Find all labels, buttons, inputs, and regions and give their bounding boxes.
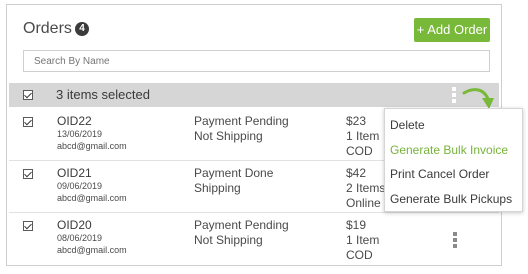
menu-item-generate-bulk-invoice[interactable]: Generate Bulk Invoice [390, 143, 508, 157]
order-price: $23 [346, 114, 367, 128]
table-row[interactable]: OID20 08/06/2019 abcd@gmail.com Payment … [9, 213, 499, 265]
order-status: Payment Pending Not Shipping [194, 114, 289, 144]
order-status: Payment Pending Not Shipping [194, 218, 289, 248]
add-order-button[interactable]: + Add Order [414, 18, 490, 42]
order-email: abcd@gmail.com [57, 245, 127, 255]
menu-item-generate-bulk-pickups[interactable]: Generate Bulk Pickups [390, 192, 512, 206]
shipping-status: Shipping [194, 181, 241, 195]
row-checkbox[interactable] [23, 117, 33, 127]
menu-item-print-cancel-order[interactable]: Print Cancel Order [390, 167, 489, 181]
page-title: Orders [23, 20, 72, 37]
order-date: 09/06/2019 [57, 181, 103, 191]
order-email: abcd@gmail.com [57, 193, 127, 203]
order-id: OID21 [57, 166, 92, 180]
order-items: 2 Items [346, 181, 386, 195]
order-price: $42 [346, 166, 367, 180]
bulk-actions-menu: Delete Generate Bulk Invoice Print Cance… [384, 108, 523, 212]
menu-item-delete[interactable]: Delete [390, 118, 425, 132]
order-date: 13/06/2019 [57, 129, 103, 139]
order-price: $19 [346, 218, 367, 232]
payment-method: COD [346, 248, 373, 262]
search-input[interactable] [23, 50, 490, 72]
order-status: Payment Done Shipping [194, 166, 273, 196]
payment-method: COD [346, 144, 373, 158]
selection-bar: 3 items selected [9, 83, 499, 107]
row-checkbox[interactable] [23, 221, 33, 231]
bulk-actions-kebab-icon[interactable] [452, 87, 456, 105]
payment-status: Payment Pending [194, 218, 289, 232]
payment-status: Payment Pending [194, 114, 289, 128]
shipping-status: Not Shipping [194, 129, 263, 143]
order-items: 1 Item [346, 129, 380, 143]
order-date: 08/06/2019 [57, 233, 103, 243]
row-checkbox[interactable] [23, 169, 33, 179]
orders-header: Orders 4 + Add Order [7, 5, 501, 45]
select-all-checkbox[interactable] [23, 90, 33, 100]
order-id: OID20 [57, 218, 92, 232]
selection-count-text: 3 items selected [56, 87, 150, 102]
order-amount: $19 1 Item COD [346, 218, 379, 263]
order-email: abcd@gmail.com [57, 141, 127, 151]
order-id: OID22 [57, 114, 92, 128]
shipping-status: Not Shipping [194, 233, 263, 247]
row-actions-kebab-icon[interactable] [453, 232, 457, 250]
order-items: 1 Item [346, 233, 380, 247]
orders-count-badge: 4 [75, 22, 89, 36]
order-amount: $42 2 Items Online [346, 166, 385, 211]
payment-status: Payment Done [194, 166, 274, 180]
order-amount: $23 1 Item COD [346, 114, 379, 159]
payment-method: Online [346, 196, 381, 210]
